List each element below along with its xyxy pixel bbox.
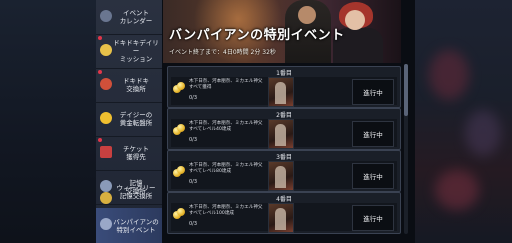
mission-description: 木下日奈、河本朋奈、ミカエル神父すべてレベル40達成 [189,121,263,132]
sidebar-item-weekly-memory[interactable]: ウィークリー 記憶交換所 [96,184,162,205]
event-sidebar: イベント カレンダー ドキドキデイリー ミッション ドキドキ 交換所 デイジーの… [96,0,162,243]
background-right [415,0,512,243]
sidebar-item-ticket[interactable]: チケット 獲得先 [96,136,162,171]
sidebar-item-label: ドキドキデイリー ミッション [113,39,159,63]
mission-progress: 0/3 [189,95,198,101]
memory-icon [100,180,112,192]
sidebar-item-label: バンパイアンの 特別イベント [113,217,159,234]
exchange-icon [100,78,112,90]
sidebar-item-event-calendar[interactable]: イベント カレンダー [96,0,162,35]
coin-reward-icon [173,208,185,220]
weekly-memory-icon [100,192,112,204]
daily-mission-icon [100,44,112,56]
vampire-event-icon [100,218,112,230]
mission-description: 木下日奈、河本朋奈、ミカエル神父すべてレベル100達成 [189,205,263,216]
notification-dot [98,36,102,40]
reward-card-image[interactable] [268,77,294,107]
mission-day: 2番目 [276,112,292,119]
sidebar-item-label: ウィークリー 記憶交換所 [116,184,156,200]
notification-dot [98,70,102,74]
mission-card: 4番目 木下日奈、河本朋奈、ミカエル神父すべてレベル100達成 0/3 進行中 [167,192,401,234]
reward-card-image[interactable] [268,161,294,191]
mission-description: 木下日奈、河本朋奈、ミカエル神父すべて獲得 [189,79,263,90]
reward-card-image[interactable] [268,203,294,233]
status-button[interactable]: 進行中 [352,121,394,147]
mission-card: 1番目 木下日奈、河本朋奈、ミカエル神父すべて獲得 0/3 進行中 [167,66,401,108]
sidebar-item-label: チケット 獲得先 [123,145,149,161]
status-button[interactable]: 進行中 [352,205,394,231]
sidebar-item-daily-mission[interactable]: ドキドキデイリー ミッション [96,34,162,69]
scrollbar-thumb[interactable] [404,64,408,116]
mission-progress: 0/3 [189,179,198,185]
reward-card-image[interactable] [268,119,294,149]
sidebar-item-doki-exchange[interactable]: ドキドキ 交換所 [96,68,162,103]
mission-card: 3番目 木下日奈、河本朋奈、ミカエル神父すべてレベル80達成 0/3 進行中 [167,150,401,192]
background-left [0,0,96,243]
mission-card: 2番目 木下日奈、河本朋奈、ミカエル神父すべてレベル40達成 0/3 進行中 [167,108,401,150]
sidebar-item-label: イベント カレンダー [119,9,153,25]
mission-progress: 0/3 [189,137,198,143]
mission-day: 3番目 [276,154,292,161]
sidebar-item-vampire-event[interactable]: バンパイアンの 特別イベント [96,208,162,243]
mission-scrollbar[interactable] [404,64,408,234]
ticket-icon [100,146,112,158]
coin-reward-icon [173,82,185,94]
sidebar-item-daisy-gold[interactable]: デイジーの 黄金転盤所 [96,102,162,137]
calendar-icon [100,10,112,22]
sidebar-item-label: ドキドキ 交換所 [123,77,149,93]
event-title: バンパイアンの特別イベント [169,28,345,43]
status-button[interactable]: 進行中 [352,79,394,105]
event-banner: バンパイアンの特別イベント イベント終了まで：4日0時間 2分 32秒 [163,0,401,63]
mission-day: 1番目 [276,70,292,77]
event-countdown: イベント終了まで：4日0時間 2分 32秒 [169,49,276,56]
notification-dot [98,138,102,142]
sidebar-item-label: デイジーの 黄金転盤所 [119,111,153,127]
gold-coin-icon [100,112,112,124]
mission-day: 4番目 [276,196,292,203]
mission-progress: 0/3 [189,221,198,227]
mission-description: 木下日奈、河本朋奈、ミカエル神父すべてレベル80達成 [189,163,263,174]
coin-reward-icon [173,166,185,178]
coin-reward-icon [173,124,185,136]
status-button[interactable]: 進行中 [352,163,394,189]
